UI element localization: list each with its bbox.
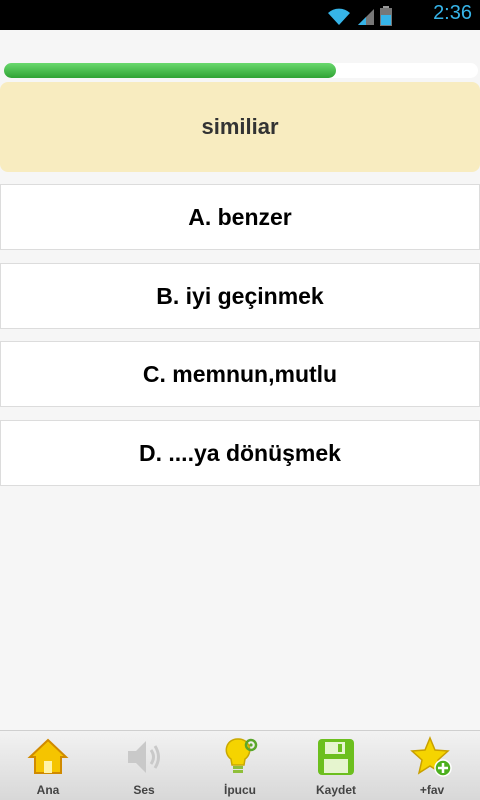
nav-home-label: Ana [36, 783, 60, 797]
progress-bar [4, 63, 478, 78]
nav-fav-button[interactable]: +fav [384, 731, 480, 800]
answer-label: B. iyi geçinmek [156, 282, 324, 309]
nav-hint-label: İpucu [224, 783, 256, 797]
home-icon [27, 738, 69, 774]
nav-save-button[interactable]: Kaydet [288, 731, 384, 800]
answer-option-b[interactable]: B. iyi geçinmek [0, 263, 480, 329]
bottom-nav: Ana Ses İpucu Kaydet +fav [0, 730, 480, 800]
question-card: similiar [0, 82, 480, 172]
status-bar: 2:36 [0, 0, 480, 30]
signal-icon [358, 9, 374, 25]
clock: 2:36 [433, 2, 472, 24]
answer-option-d[interactable]: D. ....ya dönüşmek [0, 420, 480, 486]
lightbulb-icon [225, 738, 258, 773]
nav-home-button[interactable]: Ana [0, 731, 96, 800]
answer-option-a[interactable]: A. benzer [0, 184, 480, 250]
speaker-icon [128, 741, 160, 773]
wifi-icon [328, 8, 350, 25]
nav-sound-label: Ses [133, 783, 155, 797]
answer-option-c[interactable]: C. memnun,mutlu [0, 341, 480, 407]
nav-save-label: Kaydet [315, 783, 356, 797]
star-add-icon [410, 736, 452, 777]
battery-icon [380, 6, 392, 26]
answer-label: C. memnun,mutlu [142, 360, 338, 387]
question-word: similiar [201, 114, 279, 139]
nav-fav-label: +fav [419, 783, 445, 797]
nav-sound-button[interactable]: Ses [96, 731, 192, 800]
floppy-disk-icon [318, 739, 354, 775]
answer-label: D. ....ya dönüşmek [139, 439, 341, 466]
progress-fill [4, 63, 336, 78]
nav-hint-button[interactable]: İpucu [192, 731, 288, 800]
answer-label: A. benzer [188, 203, 292, 230]
